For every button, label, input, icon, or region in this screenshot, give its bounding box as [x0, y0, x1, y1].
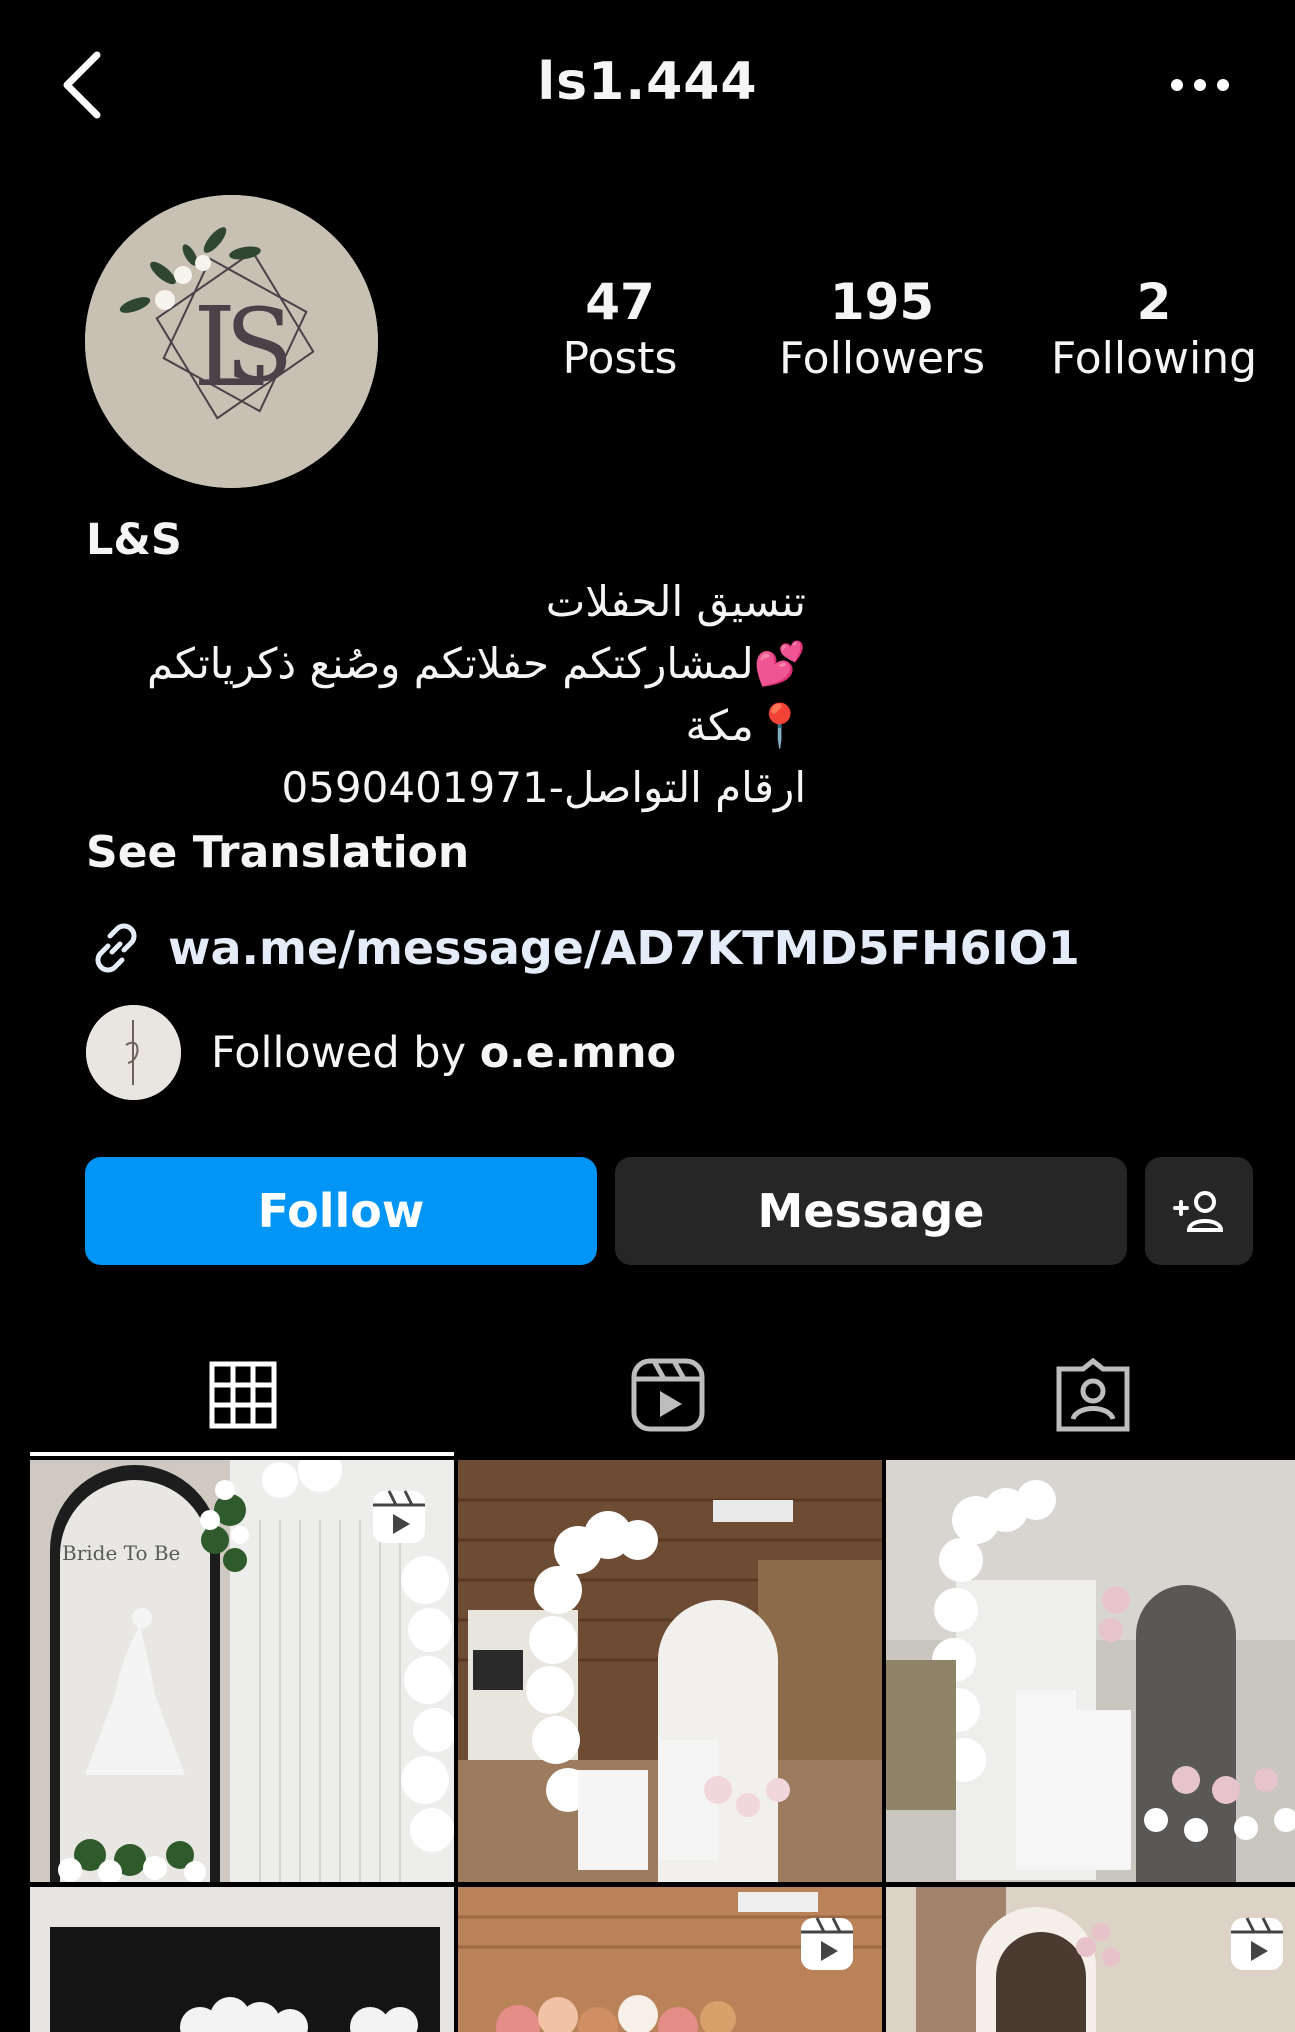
grid-icon	[209, 1361, 276, 1429]
post-thumbnail[interactable]	[458, 1460, 882, 1882]
followers-label: Followers	[778, 333, 986, 384]
tab-posts[interactable]	[30, 1330, 455, 1460]
post-thumbnail[interactable]	[30, 1887, 454, 2032]
link-text[interactable]: wa.me/message/AD7KTMD5FH6IO1	[168, 921, 1080, 975]
followers-count: 195	[829, 273, 935, 331]
tab-reels[interactable]	[455, 1330, 880, 1460]
profile-stats: 47 Posts 195 Followers 2 Following	[490, 275, 1270, 405]
post-caption: Bride To Be	[62, 1541, 180, 1565]
bio-line-1: تنسيق الحفلات	[545, 577, 806, 626]
bio-line-3: 📍مكة	[685, 701, 806, 750]
follow-button[interactable]: Follow	[85, 1157, 597, 1265]
posts-label: Posts	[562, 333, 678, 384]
posts-grid: Bride To Be	[30, 1460, 1295, 2032]
message-button[interactable]: Message	[615, 1157, 1127, 1265]
post-image	[458, 1460, 882, 1882]
tab-tagged[interactable]	[880, 1330, 1295, 1460]
display-name: L&S	[86, 515, 182, 565]
post-thumbnail[interactable]	[458, 1887, 882, 2032]
reel-badge-icon	[373, 1490, 425, 1543]
posts-count: 47	[585, 273, 655, 331]
post-thumbnail[interactable]: Bride To Be	[30, 1460, 454, 1882]
reel-badge-icon	[1231, 1917, 1283, 1970]
post-image	[30, 1887, 454, 2032]
post-thumbnail[interactable]	[886, 1887, 1295, 2032]
more-horizontal-icon[interactable]	[1165, 60, 1235, 110]
see-translation-link[interactable]: See Translation	[86, 827, 1236, 889]
following-stat[interactable]: 2 Following	[1024, 275, 1284, 387]
reels-icon	[631, 1358, 704, 1432]
active-tab-indicator	[30, 1452, 454, 1456]
followed-by-text: Followed by o.e.mno	[211, 1028, 676, 1078]
profile-avatar[interactable]: L S	[85, 195, 378, 488]
profile-bio: L&S تنسيق الحفلات 💕لمشاركتكم حفلاتكم وصُ…	[86, 515, 1236, 889]
followed-by[interactable]: Followed by o.e.mno	[86, 1005, 676, 1100]
add-person-icon	[1173, 1191, 1224, 1232]
posts-stat[interactable]: 47 Posts	[490, 275, 750, 387]
reel-badge-icon	[801, 1917, 853, 1970]
profile-link[interactable]: wa.me/message/AD7KTMD5FH6IO1	[86, 918, 1080, 978]
followers-stat[interactable]: 195 Followers	[752, 275, 1012, 387]
tagged-icon	[1056, 1357, 1129, 1432]
top-bar: ls1.444	[0, 0, 1295, 170]
bio-line-2: 💕لمشاركتكم حفلاتكم وصُنع ذكرياتكم	[146, 639, 806, 688]
svg-text:S: S	[225, 287, 294, 404]
post-image	[886, 1460, 1295, 1882]
followed-by-user[interactable]: o.e.mno	[480, 1028, 676, 1078]
profile-username: ls1.444	[537, 52, 758, 112]
ls-logo: L S	[85, 195, 378, 488]
followed-by-prefix: Followed by	[211, 1027, 480, 1078]
link-icon	[95, 923, 137, 973]
following-label: Following	[1050, 333, 1258, 384]
bio-line-4: ارقام التواصل-0590401971	[281, 763, 806, 812]
suggested-users-button[interactable]	[1145, 1157, 1253, 1265]
post-thumbnail[interactable]	[886, 1460, 1295, 1882]
mutual-follower-avatar	[86, 1005, 181, 1100]
profile-tabs	[0, 1330, 1295, 1460]
following-count: 2	[1136, 273, 1172, 331]
